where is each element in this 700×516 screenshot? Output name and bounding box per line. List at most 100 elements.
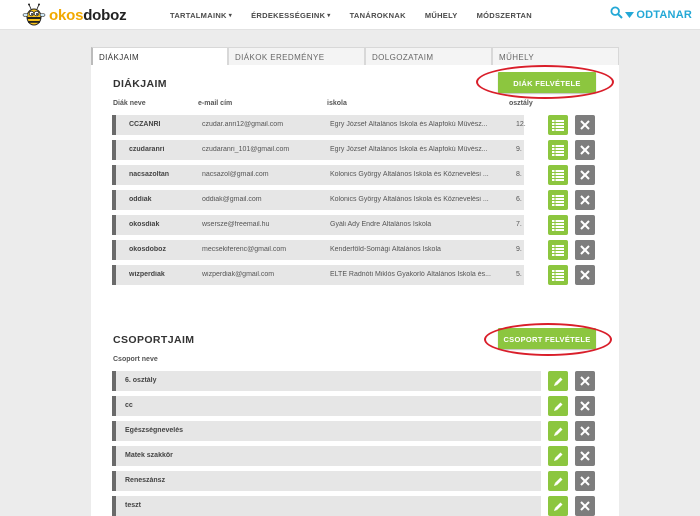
- cell-email: mecsekiferenc@gmail.com: [202, 246, 287, 253]
- nav-item-tanaroknak[interactable]: TANÁROKNAK: [350, 11, 406, 20]
- cell-student-name: okosdoboz: [129, 246, 166, 253]
- delete-close-icon[interactable]: [575, 446, 595, 466]
- chevron-down-icon: ▾: [228, 12, 233, 19]
- edit-pencil-icon[interactable]: [548, 371, 568, 391]
- cell-school: Kolonics György Általános Iskola és Közn…: [330, 196, 489, 203]
- table-row: oddiak oddiak@gmail.com Kolonics György Ál…: [112, 190, 524, 210]
- student-results-list-icon[interactable]: [548, 140, 568, 160]
- cell-grade: 6.: [516, 196, 522, 203]
- nav-item-label: TANÁROKNAK: [349, 10, 406, 20]
- edit-pencil-icon[interactable]: [548, 471, 568, 491]
- user-menu-label[interactable]: ODTANAR: [636, 9, 692, 21]
- tab-muhely[interactable]: MŰHELY: [492, 47, 619, 65]
- cell-group-name: Reneszánsz: [125, 477, 166, 484]
- column-header-email: e-mail cím: [198, 100, 233, 107]
- nav-item-modszertan[interactable]: MÓDSZERTAN: [477, 11, 532, 20]
- delete-close-icon[interactable]: [575, 140, 595, 160]
- nav-item-label: ÉRDEKESSÉGEINK: [251, 10, 326, 20]
- cell-school: Kenderföld-Somági Általános Iskola: [330, 246, 441, 253]
- table-row: CCZANRI czudar.anri12@gmail.com Egry Józse…: [112, 115, 526, 135]
- list-item[interactable]: Egészségnevelés: [112, 421, 541, 441]
- student-results-list-icon[interactable]: [548, 265, 568, 285]
- cell-student-name: wizperdiak: [129, 271, 165, 278]
- list-item[interactable]: cc: [112, 396, 541, 416]
- student-results-list-icon[interactable]: [548, 165, 568, 185]
- edit-pencil-icon[interactable]: [548, 446, 568, 466]
- cell-school: Kolonics György Általános Iskola és Közn…: [330, 171, 489, 178]
- column-header-school: iskola: [327, 100, 347, 107]
- delete-close-icon[interactable]: [575, 165, 595, 185]
- list-item[interactable]: Matek szakkör: [112, 446, 541, 466]
- main-card: DIÁKJAIM DIÁKOK EREDMÉNYE DOLGOZATAIM MŰ…: [91, 47, 619, 516]
- delete-close-icon[interactable]: [575, 496, 595, 516]
- logo[interactable]: okosdoboz: [22, 3, 127, 27]
- delete-close-icon[interactable]: [575, 421, 595, 441]
- column-header-group-name: Csoport neve: [113, 356, 158, 363]
- chevron-down-icon: ▾: [327, 12, 331, 19]
- nav-item-label: TARTALMAINK: [170, 10, 227, 20]
- student-results-list-icon[interactable]: [548, 215, 568, 235]
- delete-close-icon[interactable]: [575, 265, 595, 285]
- tab-dolgozataim[interactable]: DOLGOZATAIM: [365, 47, 492, 65]
- header-user-area: ODTANAR: [610, 6, 692, 24]
- logo-text: okosdoboz: [49, 6, 127, 24]
- table-row: okosdoboz mecsekiferenc@gmail.com Kenderfö…: [112, 240, 524, 260]
- delete-close-icon[interactable]: [575, 115, 595, 135]
- cell-school: Gyáli Ady Endre Általános Iskola: [330, 221, 432, 228]
- delete-close-icon[interactable]: [575, 190, 595, 210]
- main-nav: TARTALMAINK ▾ ÉRDEKESSÉGEINK ▾ TANÁROKNAK …: [170, 0, 551, 30]
- nav-item-tartalmaink[interactable]: TARTALMAINK ▾: [170, 11, 232, 20]
- students-section-title: DIÁKJAIM: [113, 78, 167, 90]
- cell-grade: 12.: [516, 121, 526, 128]
- cell-email: wizperdiak@gmail.com: [202, 271, 275, 278]
- table-row: czudaranri czudaranri_101@gmail.com Egry J…: [112, 140, 524, 160]
- student-results-list-icon[interactable]: [548, 115, 568, 135]
- cell-grade: 7.: [516, 221, 522, 228]
- delete-close-icon[interactable]: [575, 371, 595, 391]
- top-navigation-bar: okosdoboz TARTALMAINK ▾ ÉRDEKESSÉGEINK ▾ T…: [0, 0, 700, 30]
- nav-item-muhely[interactable]: MŰHELY: [425, 11, 458, 20]
- student-results-list-icon[interactable]: [548, 240, 568, 260]
- cell-school: Egry József Általános Iskola és Alapfokú…: [330, 146, 488, 153]
- search-icon[interactable]: [610, 6, 624, 24]
- cell-student-name: czudaranri: [129, 146, 165, 153]
- table-row: nacsazoltan nacsazol@gmail.com Kolonics Gy…: [112, 165, 524, 185]
- highlight-circle: [484, 323, 612, 356]
- cell-email: wsersze@freemail.hu: [202, 221, 270, 228]
- student-results-list-icon[interactable]: [548, 190, 568, 210]
- list-item[interactable]: 6. osztály: [112, 371, 541, 391]
- delete-close-icon[interactable]: [575, 215, 595, 235]
- delete-close-icon[interactable]: [575, 240, 595, 260]
- nav-item-label: MÓDSZERTAN: [476, 10, 532, 20]
- cell-grade: 9.: [516, 146, 522, 153]
- cell-school: Egry József Általános Iskola és Alapfokú…: [330, 121, 488, 128]
- nav-item-label: MŰHELY: [424, 10, 458, 20]
- edit-pencil-icon[interactable]: [548, 396, 568, 416]
- bee-mascot-icon: [22, 3, 46, 27]
- cell-email: nacsazol@gmail.com: [202, 171, 269, 178]
- cell-grade: 5.: [516, 271, 522, 278]
- table-row: okosdiak wsersze@freemail.hu Gyáli Ady End…: [112, 215, 524, 235]
- tab-diakjaim[interactable]: DIÁKJAIM: [91, 47, 228, 65]
- cell-student-name: okosdiak: [129, 221, 160, 228]
- cell-email: oddiak@gmail.com: [202, 196, 262, 203]
- list-item[interactable]: Reneszánsz: [112, 471, 541, 491]
- cell-student-name: oddiak: [129, 196, 152, 203]
- edit-pencil-icon[interactable]: [548, 421, 568, 441]
- cell-student-name: CCZANRI: [129, 121, 161, 128]
- tab-bar: DIÁKJAIM DIÁKOK EREDMÉNYE DOLGOZATAIM MŰ…: [91, 47, 619, 65]
- cell-grade: 8.: [516, 171, 522, 178]
- cell-school: ELTE Radnóti Miklós Gyakorló Általános I…: [330, 271, 491, 278]
- groups-section-title: CSOPORTJAIM: [113, 334, 195, 346]
- edit-pencil-icon[interactable]: [548, 496, 568, 516]
- delete-close-icon[interactable]: [575, 396, 595, 416]
- delete-close-icon[interactable]: [575, 471, 595, 491]
- user-menu-chevron-icon[interactable]: [625, 6, 635, 24]
- nav-item-erdekessegeink[interactable]: ÉRDEKESSÉGEINK ▾: [251, 11, 331, 20]
- list-item[interactable]: teszt: [112, 496, 541, 516]
- table-row: wizperdiak wizperdiak@gmail.com ELTE Radnó…: [112, 265, 524, 285]
- logo-text-part1: okos: [49, 6, 84, 24]
- highlight-circle: [476, 65, 614, 99]
- cell-group-name: 6. osztály: [125, 377, 157, 384]
- tab-diakok-eredmenye[interactable]: DIÁKOK EREDMÉNYE: [228, 47, 365, 65]
